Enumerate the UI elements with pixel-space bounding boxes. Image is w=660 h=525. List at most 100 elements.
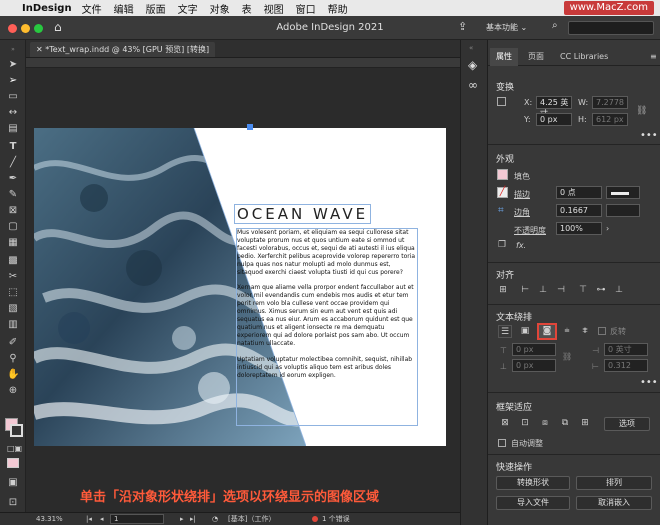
wrap-object-shape-icon[interactable]: ◙	[537, 323, 557, 340]
cancel-embed-button[interactable]: 取消嵌入	[576, 496, 652, 510]
frame-fit-options-button[interactable]: 选项	[604, 417, 650, 431]
layers-icon[interactable]: ◈	[468, 58, 477, 72]
workspace-switcher[interactable]: 基本功能 ⌄	[486, 21, 542, 35]
corner-shape-dropdown[interactable]	[606, 204, 640, 217]
gradient-feather-tool-icon[interactable]: ▥	[7, 320, 19, 330]
headline[interactable]: OCEAN WAVE	[234, 204, 372, 224]
search-icon[interactable]: ⌕	[552, 20, 558, 31]
page-tool-icon[interactable]: ▭	[7, 92, 19, 102]
tab-pages[interactable]: 页面	[522, 48, 550, 66]
wrap-bounding-box-icon[interactable]: ▣	[518, 325, 532, 338]
menu-view[interactable]: 视图	[264, 1, 284, 16]
stroke-none-swatch[interactable]: ╱	[497, 187, 508, 198]
drop-shadow-icon[interactable]: ❐	[498, 240, 506, 250]
bottom-offset-field[interactable]: 0 px	[512, 359, 556, 372]
paragraph-style-status[interactable]: [基本]（工作）	[228, 513, 275, 525]
right-offset-field[interactable]: 0 英寸	[604, 343, 648, 356]
links-icon[interactable]: ∞	[468, 78, 478, 92]
no-wrap-icon[interactable]: ☰	[498, 325, 512, 338]
close-tab-icon[interactable]: ✕	[36, 45, 45, 54]
document-page[interactable]: OCEAN WAVE Mus volesent poriam, et eliqu…	[34, 128, 446, 446]
swap-colors-icon[interactable]: □▣	[7, 444, 22, 454]
search-input[interactable]	[568, 21, 654, 35]
align-to-dropdown-icon[interactable]: ⊞	[496, 284, 510, 297]
corner-options-icon[interactable]: ⌗	[498, 205, 504, 216]
grid-tool-icon[interactable]: ▩	[7, 256, 19, 266]
scissors-tool-icon[interactable]: ✂	[7, 272, 19, 282]
tab-properties[interactable]: 属性	[490, 48, 518, 66]
fill-color-swatch[interactable]	[497, 169, 508, 180]
menu-file[interactable]: 文件	[82, 1, 102, 16]
menu-table[interactable]: 表	[242, 1, 252, 16]
next-page-icon[interactable]: ▸	[180, 513, 184, 525]
jump-next-column-icon[interactable]: ⩨	[578, 325, 592, 338]
sync-icon[interactable]: ◔	[212, 513, 218, 525]
fill-frame-proportionally-icon[interactable]: ⊠	[498, 417, 512, 430]
pencil-tool-icon[interactable]: ✎	[7, 190, 19, 200]
menu-window[interactable]: 窗口	[296, 1, 316, 16]
top-offset-field[interactable]: 0 px	[512, 343, 556, 356]
body-text-frame[interactable]: Mus volesent poriam, et eliquiam ea sequ…	[236, 228, 418, 426]
y-position-field[interactable]: 0 px	[536, 113, 572, 126]
tab-cc-libraries[interactable]: CC Libraries	[554, 48, 614, 66]
opacity-field[interactable]: 100%	[556, 222, 602, 235]
align-bottom-icon[interactable]: ⊥	[612, 284, 626, 297]
first-page-icon[interactable]: |◂	[86, 513, 92, 525]
constrain-offsets-icon[interactable]: ⛓	[562, 352, 572, 361]
menu-type[interactable]: 文字	[178, 1, 198, 16]
direct-selection-tool-icon[interactable]: ➢	[7, 76, 19, 86]
convert-shape-button[interactable]: 转换形状	[496, 476, 570, 490]
arrange-button[interactable]: 排列	[576, 476, 652, 490]
gap-tool-icon[interactable]: ↔	[7, 108, 19, 118]
constrain-proportions-icon[interactable]: ⛓	[636, 106, 647, 116]
menu-edit[interactable]: 编辑	[114, 1, 134, 16]
gradient-tool-icon[interactable]: ▧	[7, 304, 19, 314]
reference-point-icon[interactable]	[497, 97, 506, 106]
content-collector-icon[interactable]: ▤	[7, 124, 19, 134]
fit-content-to-frame-icon[interactable]: ⧉	[558, 417, 572, 430]
fit-content-proportionally-icon[interactable]: ⊡	[518, 417, 532, 430]
more-options-icon[interactable]: •••	[640, 377, 658, 388]
x-position-field[interactable]: 4.25 英寸	[536, 96, 572, 118]
jump-object-icon[interactable]: ⩧	[560, 325, 574, 338]
pen-tool-icon[interactable]: ✒	[7, 174, 19, 184]
rectangle-tool-icon[interactable]: ▢	[7, 222, 19, 232]
corner-size-field[interactable]: 0.1667	[556, 204, 602, 217]
menu-object[interactable]: 对象	[210, 1, 230, 16]
line-tool-icon[interactable]: ╱	[7, 158, 19, 168]
view-mode-icon[interactable]: ▣	[7, 478, 19, 488]
last-page-icon[interactable]: ▸|	[190, 513, 196, 525]
menu-layout[interactable]: 版面	[146, 1, 166, 16]
share-icon[interactable]: ⇪	[458, 20, 467, 33]
app-menu[interactable]: InDesign	[22, 3, 72, 14]
stroke-swatch[interactable]	[10, 424, 23, 437]
page-number-field[interactable]: 1	[110, 514, 164, 524]
height-field[interactable]: 612 px	[592, 113, 628, 126]
free-transform-tool-icon[interactable]: ⬚	[7, 288, 19, 298]
stroke-type-dropdown[interactable]	[606, 186, 640, 199]
fit-frame-to-content-icon[interactable]: ⧈	[538, 417, 552, 430]
align-top-icon[interactable]: ⊤	[576, 284, 590, 297]
frame-handle[interactable]	[247, 124, 253, 130]
import-file-button[interactable]: 导入文件	[496, 496, 570, 510]
eyedropper-tool-icon[interactable]: ⚲	[7, 354, 19, 364]
more-options-icon[interactable]: •••	[640, 130, 658, 141]
align-center-icon[interactable]: ⊥	[536, 284, 550, 297]
document-tab[interactable]: ✕ *Text_wrap.indd @ 43% [GPU 预览] [转换]	[30, 42, 216, 57]
note-tool-icon[interactable]: ✐	[7, 338, 19, 348]
auto-fit-checkbox[interactable]	[498, 439, 506, 447]
center-content-icon[interactable]: ⊞	[578, 417, 592, 430]
zoom-tool-icon[interactable]: ⊕	[7, 386, 19, 396]
selection-tool-icon[interactable]: ➤	[7, 60, 19, 70]
horizontal-ruler[interactable]	[26, 58, 460, 68]
align-left-icon[interactable]: ⊢	[518, 284, 532, 297]
align-middle-icon[interactable]: ⊶	[594, 284, 608, 297]
effects-label[interactable]: fx.	[516, 241, 526, 250]
width-field[interactable]: 7.2778	[592, 96, 628, 109]
prev-page-icon[interactable]: ◂	[100, 513, 104, 525]
stroke-weight-field[interactable]: 0 点	[556, 186, 602, 199]
panel-menu-icon[interactable]: ≡	[650, 52, 657, 61]
apply-color-button[interactable]	[7, 458, 19, 468]
hand-tool-icon[interactable]: ✋	[7, 370, 19, 380]
menu-help[interactable]: 帮助	[328, 1, 348, 16]
